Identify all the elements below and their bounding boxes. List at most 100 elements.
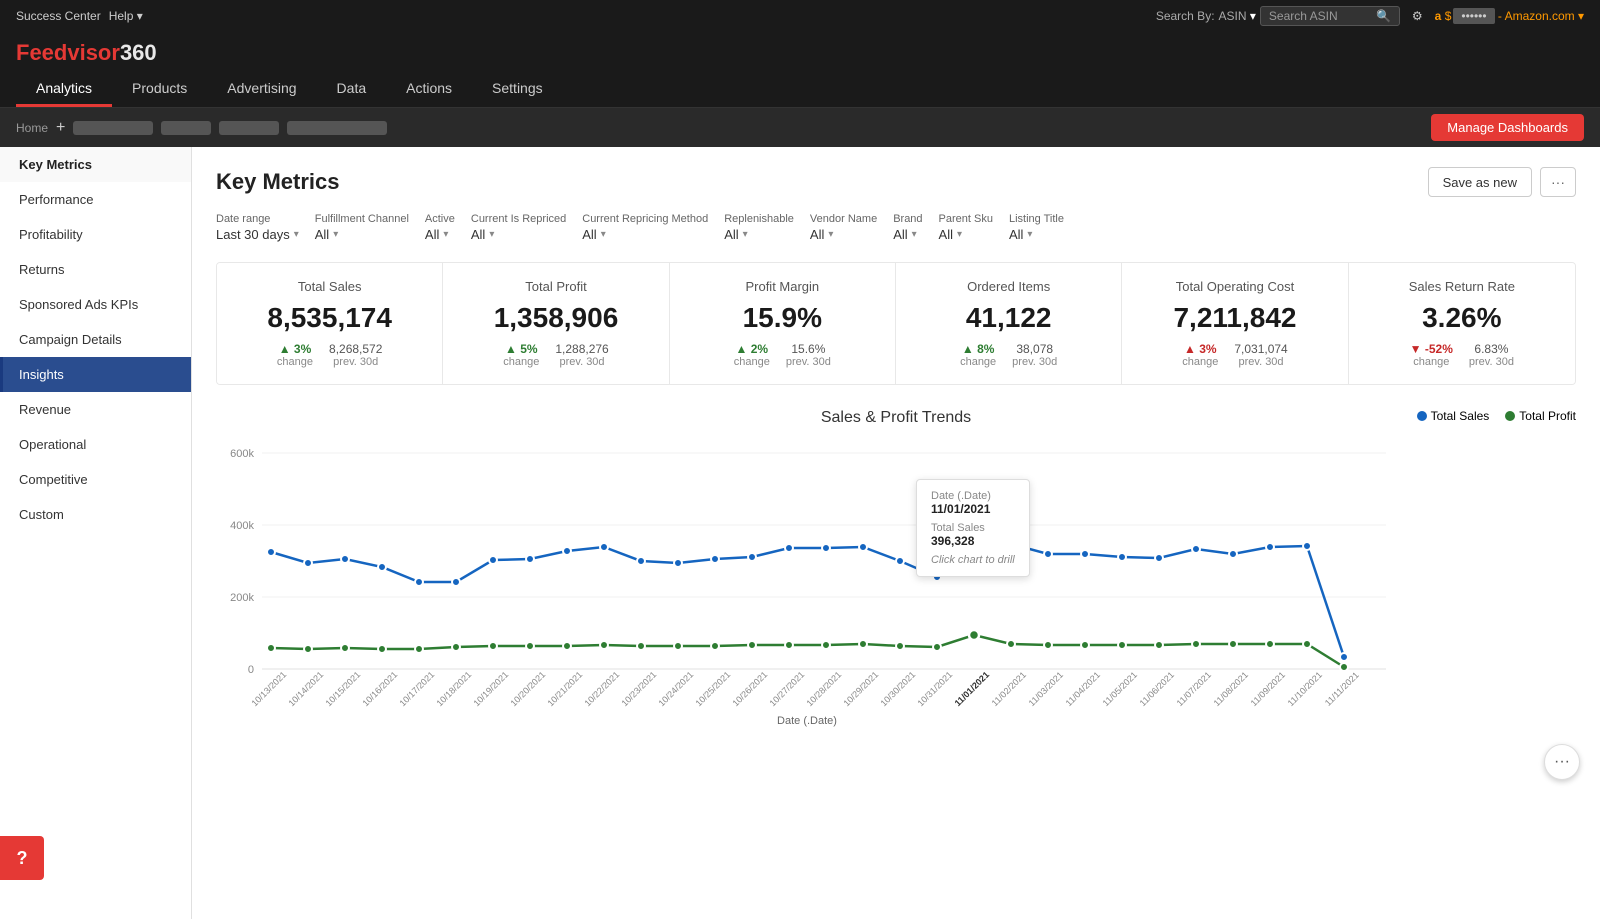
metric-profit-margin: Profit Margin 15.9% 2% change 15.6% prev…	[670, 263, 896, 384]
svg-text:11/04/2021: 11/04/2021	[1064, 670, 1102, 708]
sales-dot	[415, 578, 423, 586]
legend-total-profit: Total Profit	[1505, 409, 1576, 423]
chart-legend: Total Sales Total Profit	[1417, 409, 1576, 423]
svg-text:0: 0	[248, 664, 254, 676]
chart-container[interactable]: Date (.Date) 11/01/2021 Total Sales 396,…	[216, 439, 1576, 719]
filter-fulfillment-select[interactable]: All▾	[315, 227, 409, 242]
filter-repriced: Current Is Repriced All▾	[471, 213, 566, 242]
sidebar-item-sponsored-ads[interactable]: Sponsored Ads KPIs	[0, 287, 191, 322]
filter-repriced-select[interactable]: All▾	[471, 227, 566, 242]
metric-profit-margin-pct: 2%	[736, 342, 769, 356]
search-bar: Search By: ASIN ▾ Search ASIN 🔍	[1156, 6, 1400, 26]
svg-text:10/22/2021: 10/22/2021	[582, 669, 621, 708]
filter-vendor-select[interactable]: All▾	[810, 227, 877, 242]
sidebar-item-campaign-details[interactable]: Campaign Details	[0, 322, 191, 357]
page-header: Key Metrics Save as new ···	[216, 167, 1576, 197]
filter-active-select[interactable]: All▾	[425, 227, 455, 242]
filter-replenishable-select[interactable]: All▾	[724, 227, 794, 242]
filter-parent-sku-select[interactable]: All▾	[939, 227, 993, 242]
filter-brand-select[interactable]: All▾	[893, 227, 922, 242]
breadcrumb-bar: Home + Manage Dashboards	[0, 108, 1600, 147]
filter-repricing-method-select[interactable]: All▾	[582, 227, 708, 242]
tooltip-date-label: Date (.Date)	[931, 490, 1015, 502]
svg-text:10/28/2021: 10/28/2021	[804, 669, 843, 708]
sales-dot	[637, 557, 645, 565]
more-options-btn[interactable]: ···	[1540, 167, 1576, 197]
nav-tab-settings[interactable]: Settings	[472, 72, 563, 107]
nav-tab-advertising[interactable]: Advertising	[207, 72, 316, 107]
filter-active: Active All▾	[425, 213, 455, 242]
nav-tab-analytics[interactable]: Analytics	[16, 72, 112, 107]
sidebar-item-insights[interactable]: Insights	[0, 357, 191, 392]
filter-date-range-select[interactable]: Last 30 days▾	[216, 227, 299, 242]
search-type-selector[interactable]: ASIN ▾	[1219, 9, 1256, 23]
profit-dot	[1340, 663, 1348, 671]
sales-dot	[896, 557, 904, 565]
chart-tooltip: Date (.Date) 11/01/2021 Total Sales 396,…	[916, 479, 1030, 577]
svg-text:10/20/2021: 10/20/2021	[508, 669, 547, 708]
profit-dot	[711, 642, 719, 650]
svg-text:10/23/2021: 10/23/2021	[619, 669, 658, 708]
profit-dot	[415, 645, 423, 653]
sales-dot	[1192, 545, 1200, 553]
svg-text:10/18/2021: 10/18/2021	[434, 669, 473, 708]
filter-vendor: Vendor Name All▾	[810, 213, 877, 242]
profit-dot	[563, 642, 571, 650]
profit-dot	[1303, 640, 1311, 648]
legend-total-sales: Total Sales	[1417, 409, 1490, 423]
sales-dot	[748, 553, 756, 561]
sidebar-item-competitive[interactable]: Competitive	[0, 462, 191, 497]
help-btn[interactable]: Help ▾	[109, 9, 143, 23]
sidebar-item-revenue[interactable]: Revenue	[0, 392, 191, 427]
breadcrumb-add-btn[interactable]: +	[56, 119, 65, 137]
profit-dot	[1266, 640, 1274, 648]
sales-dot	[341, 555, 349, 563]
nav-tab-products[interactable]: Products	[112, 72, 207, 107]
main-content: Key Metrics Save as new ··· Date range L…	[192, 147, 1600, 919]
profit-dot	[637, 642, 645, 650]
sales-dot	[1044, 550, 1052, 558]
sales-line	[271, 525, 1344, 657]
sidebar-item-performance[interactable]: Performance	[0, 182, 191, 217]
settings-icon[interactable]: ⚙	[1412, 9, 1423, 23]
sidebar-item-key-metrics[interactable]: Key Metrics	[0, 147, 191, 182]
sales-dot	[526, 555, 534, 563]
svg-text:10/15/2021: 10/15/2021	[323, 669, 362, 708]
search-input-area[interactable]: Search ASIN 🔍	[1260, 6, 1400, 26]
svg-text:10/14/2021: 10/14/2021	[286, 669, 325, 708]
filter-repricing-method: Current Repricing Method All▾	[582, 213, 708, 242]
top-bar-right: Search By: ASIN ▾ Search ASIN 🔍 ⚙ a $•••…	[1156, 6, 1584, 26]
profit-dot	[267, 644, 275, 652]
svg-text:11/02/2021: 11/02/2021	[990, 670, 1028, 708]
chart-svg[interactable]: 600k 400k 200k 0	[216, 439, 1396, 719]
save-as-new-btn[interactable]: Save as new	[1428, 167, 1532, 197]
sales-dot	[267, 548, 275, 556]
filter-listing-title-select[interactable]: All▾	[1009, 227, 1064, 242]
nav-tab-data[interactable]: Data	[317, 72, 387, 107]
search-icon[interactable]: 🔍	[1376, 9, 1391, 23]
legend-sales-label: Total Sales	[1431, 409, 1490, 423]
sales-dot	[563, 547, 571, 555]
nav-tab-actions[interactable]: Actions	[386, 72, 472, 107]
amazon-account[interactable]: a $•••••• - Amazon.com ▾	[1435, 9, 1584, 23]
sales-dot	[600, 543, 608, 551]
metric-total-sales: Total Sales 8,535,174 3% change 8,268,57…	[217, 263, 443, 384]
chart-options-fab[interactable]: ···	[1544, 744, 1580, 780]
sales-dot	[1303, 542, 1311, 550]
help-fab[interactable]: ?	[0, 836, 44, 880]
sidebar-item-profitability[interactable]: Profitability	[0, 217, 191, 252]
sidebar: Key Metrics Performance Profitability Re…	[0, 147, 192, 919]
success-center-link[interactable]: Success Center	[16, 9, 101, 23]
sales-dot	[822, 544, 830, 552]
breadcrumb-home[interactable]: Home	[16, 121, 48, 135]
filter-date-range: Date range Last 30 days▾	[216, 213, 299, 242]
metric-total-sales-pct: 3%	[279, 342, 312, 356]
sidebar-item-returns[interactable]: Returns	[0, 252, 191, 287]
sales-dot	[1155, 554, 1163, 562]
sidebar-item-operational[interactable]: Operational	[0, 427, 191, 462]
metric-total-profit: Total Profit 1,358,906 5% change 1,288,2…	[443, 263, 669, 384]
manage-dashboards-btn[interactable]: Manage Dashboards	[1431, 114, 1584, 141]
sales-dot	[674, 559, 682, 567]
profit-dot	[341, 644, 349, 652]
sidebar-item-custom[interactable]: Custom	[0, 497, 191, 532]
